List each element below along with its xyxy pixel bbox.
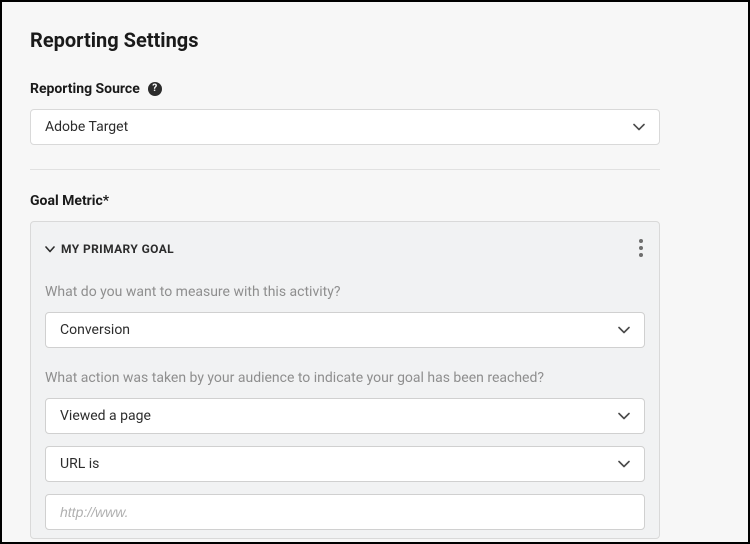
- page-title: Reporting Settings: [30, 28, 720, 52]
- primary-goal-header[interactable]: MY PRIMARY GOAL: [45, 242, 645, 256]
- reporting-source-value: Adobe Target: [45, 119, 128, 135]
- primary-goal-panel: MY PRIMARY GOAL What do you want to meas…: [30, 221, 660, 539]
- primary-goal-title: MY PRIMARY GOAL: [61, 242, 174, 256]
- url-input[interactable]: [45, 494, 645, 530]
- chevron-down-icon: [45, 246, 55, 253]
- reporting-source-select[interactable]: Adobe Target: [30, 109, 660, 145]
- action-question: What action was taken by your audience t…: [45, 370, 645, 386]
- chevron-down-icon: [618, 326, 630, 334]
- reporting-source-label-row: Reporting Source ?: [30, 81, 162, 97]
- divider: [30, 169, 660, 170]
- help-icon[interactable]: ?: [148, 82, 162, 96]
- measure-value: Conversion: [60, 322, 130, 338]
- measure-select[interactable]: Conversion: [45, 312, 645, 348]
- chevron-down-icon: [618, 460, 630, 468]
- reporting-source-label: Reporting Source: [30, 81, 140, 97]
- chevron-down-icon: [618, 412, 630, 420]
- action-value: Viewed a page: [60, 408, 151, 424]
- more-actions-icon[interactable]: [629, 236, 653, 260]
- measure-question: What do you want to measure with this ac…: [45, 284, 645, 300]
- goal-metric-label: Goal Metric*: [30, 193, 109, 209]
- url-operator-value: URL is: [60, 456, 99, 472]
- settings-frame: Reporting Settings Reporting Source ? Ad…: [0, 0, 750, 544]
- chevron-down-icon: [633, 123, 645, 131]
- action-select[interactable]: Viewed a page: [45, 398, 645, 434]
- url-operator-select[interactable]: URL is: [45, 446, 645, 482]
